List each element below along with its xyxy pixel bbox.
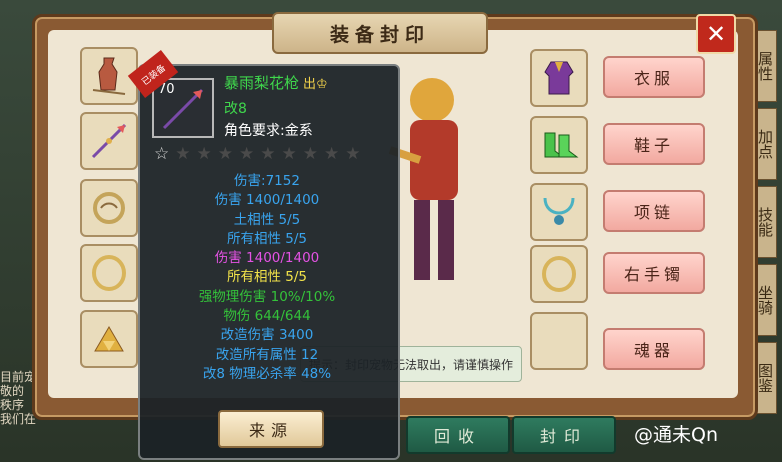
left-slot-5[interactable] [80, 310, 138, 368]
shoes-button[interactable]: 鞋子 [603, 123, 705, 165]
item-requirement: 角色要求:金系 [224, 123, 313, 139]
robe-button[interactable]: 衣服 [603, 56, 705, 98]
stat-line: 物伤 644/644 [223, 308, 311, 325]
necklace-icon [543, 197, 575, 225]
star-icon: ★ [175, 144, 191, 164]
stat-line: 改造伤害 3400 [220, 327, 314, 344]
right-slot-soul[interactable] [530, 312, 588, 370]
vase-icon [92, 57, 126, 95]
stat-line: 伤害 1400/1400 [214, 250, 320, 267]
right-slot-robe[interactable] [530, 49, 588, 107]
item-tooltip: 70 已装备 暴雨梨花枪 出♔ 改8 角色要求:金系 ☆ ★ ★ ★ ★ ★ ★ ★ ★ ★ 伤害:… [127, 50, 400, 460]
stat-line: 改造所有属性 12 [215, 346, 319, 363]
stat-line: 所有相性 5/5 [226, 230, 308, 247]
star-icon: ★ [260, 144, 276, 164]
soul-vessel-button[interactable]: 魂器 [603, 328, 705, 370]
source-button[interactable]: 来源 [218, 410, 324, 448]
star-icon: ★ [239, 144, 255, 164]
bracelet-icon [92, 255, 126, 291]
stat-line: 伤害:7152 [234, 173, 300, 189]
star-icon: ★ [196, 144, 212, 164]
stat-line: 所有相性 5/5 [226, 269, 308, 286]
jade-ring-icon [93, 192, 125, 224]
stat-line: 土相性 5/5 [233, 211, 301, 228]
bracelet-icon [542, 256, 576, 292]
close-button[interactable]: ✕ [696, 14, 736, 54]
seal-button[interactable]: 封印 [512, 416, 616, 454]
panel-title: 装备封印 [329, 23, 430, 46]
item-mod-level: 改8 [224, 101, 247, 117]
item-icon-frame: 70 [152, 78, 214, 138]
star-icon: ☆ [154, 144, 170, 164]
item-name-text: 暴雨梨花枪 [224, 74, 300, 92]
right-slot-shoes[interactable] [530, 116, 588, 174]
star-icon: ★ [324, 144, 340, 164]
watermark: @通未Qn [634, 424, 718, 446]
stat-line: 改8 物理必杀率 48% [202, 365, 332, 382]
left-slot-2[interactable] [80, 112, 138, 170]
robe-icon [544, 61, 574, 95]
left-slot-4[interactable] [80, 244, 138, 302]
right-slot-bracelet[interactable] [530, 245, 588, 303]
right-slot-necklace[interactable] [530, 183, 588, 241]
necklace-button[interactable]: 项链 [603, 190, 705, 232]
star-icon: ★ [345, 144, 361, 164]
stat-line: 强物理伤害 10%/10% [198, 288, 336, 305]
star-icon: ★ [217, 144, 233, 164]
star-icon: ★ [302, 144, 318, 164]
stat-line: 伤害 1400/1400 [214, 192, 320, 209]
star-rating: ☆ ★ ★ ★ ★ ★ ★ ★ ★ ★ [154, 144, 361, 164]
gold-item-icon [94, 326, 124, 352]
shoes-icon [544, 132, 579, 158]
item-name: 暴雨梨花枪 出♔ [224, 72, 328, 93]
panel-title-plate: 装备封印 [272, 12, 488, 54]
right-bracelet-button[interactable]: 右手镯 [603, 252, 705, 294]
recycle-button[interactable]: 回收 [406, 416, 510, 454]
background-side-tabs: 属性 加点 技能 坐骑 图鉴 [754, 30, 782, 420]
star-icon: ★ [281, 144, 297, 164]
item-stat-list: 伤害:7152 伤害 1400/1400 土相性 5/5 所有相性 5/5 伤害 140… [140, 172, 394, 384]
left-slot-3[interactable] [80, 179, 138, 237]
spear-icon [91, 123, 127, 159]
item-name-badge: 出♔ [303, 77, 328, 92]
